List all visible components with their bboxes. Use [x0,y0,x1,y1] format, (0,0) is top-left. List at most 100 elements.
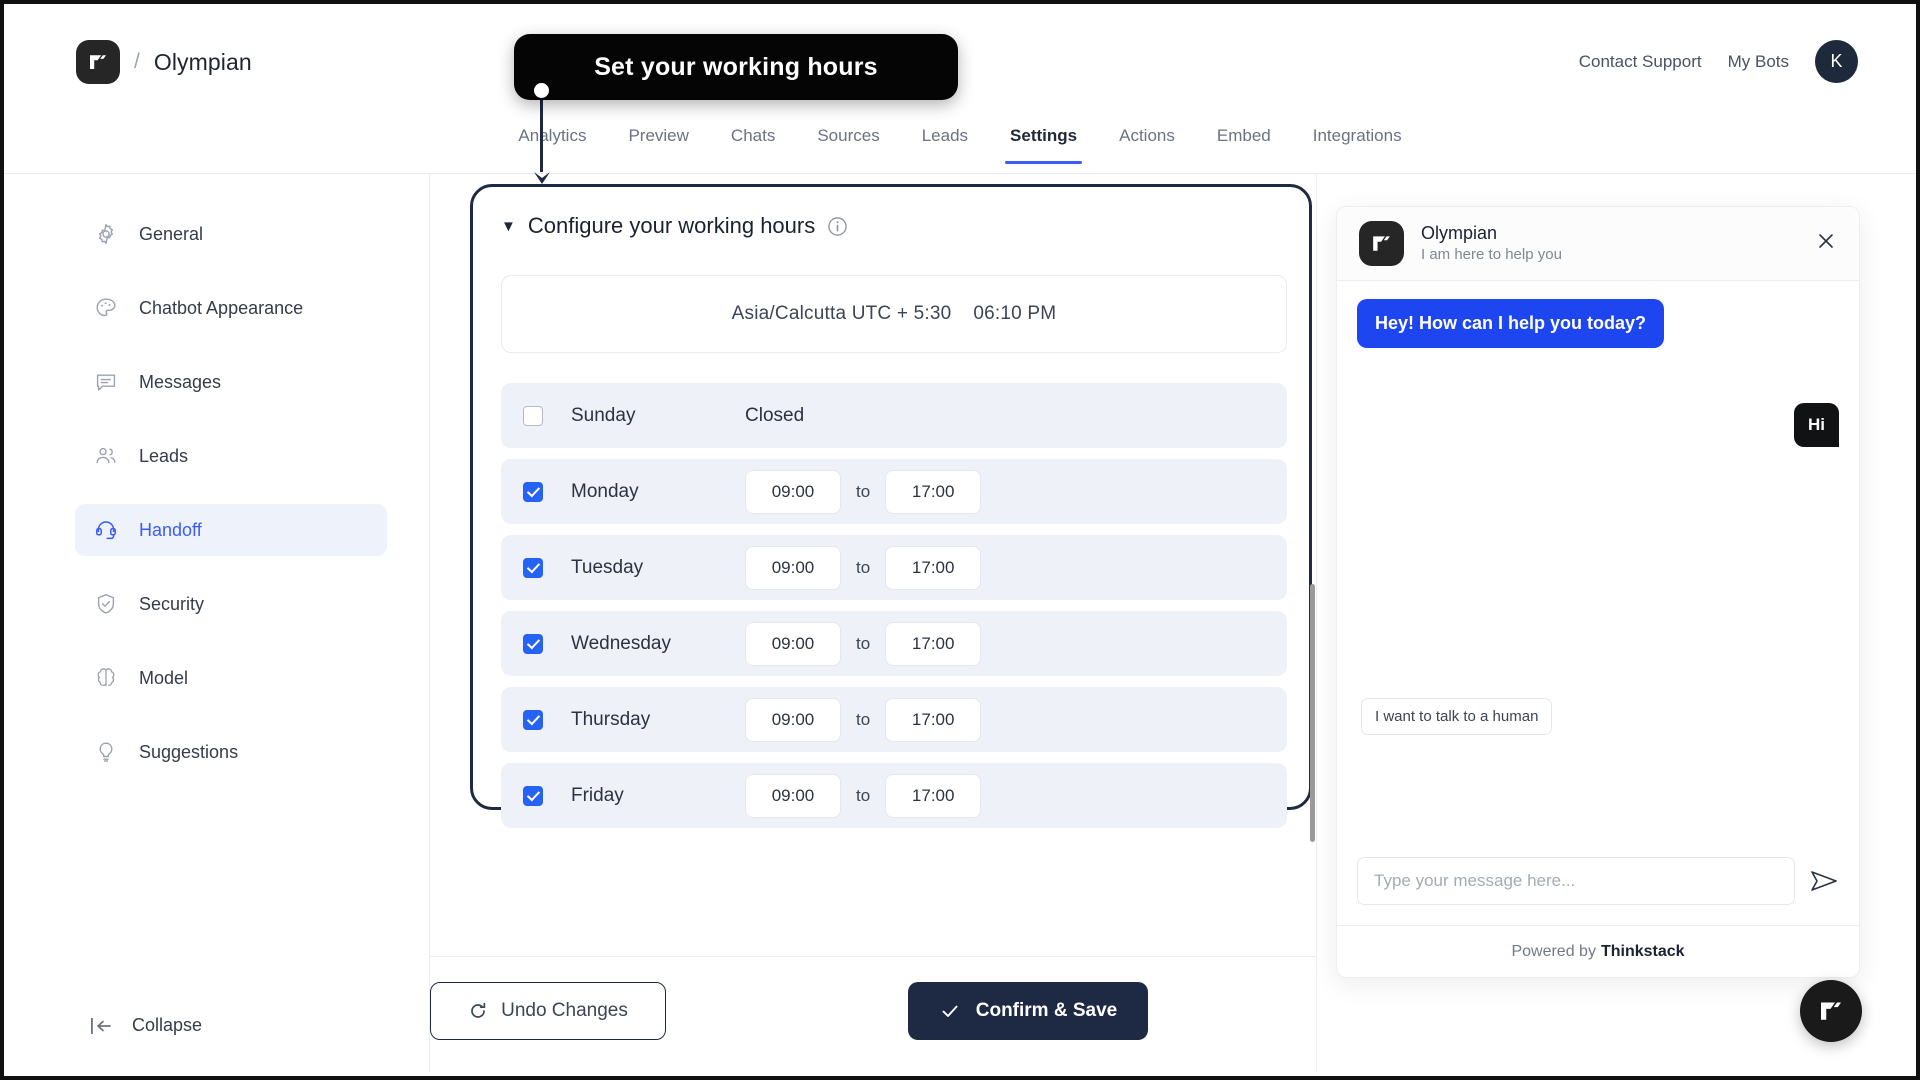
day-enabled-checkbox[interactable] [523,481,543,502]
collapse-sidebar-label: Collapse [132,1015,203,1035]
tab-analytics[interactable]: Analytics [497,112,607,164]
onboarding-tooltip[interactable]: Set your working hours [514,34,958,100]
sidebar-item-handoff[interactable]: Handoff [75,504,387,556]
end-time-input[interactable] [885,621,982,666]
start-time-input[interactable] [745,621,841,666]
sidebar-item-general[interactable]: General [75,208,387,260]
working-hours-panel: ▼ Configure your working hours Asia/Calc… [470,184,1312,828]
start-time-input[interactable] [745,773,841,818]
end-time-input[interactable] [885,545,982,590]
sidebar-item-label: Security [139,593,205,614]
working-hours-header[interactable]: ▼ Configure your working hours [501,213,848,239]
refresh-icon [471,1002,486,1018]
thinkstack-logo-icon [1359,221,1404,266]
header-actions: Contact Support My Bots K [1579,40,1858,83]
day-name-label: Thursday [571,708,651,730]
sidebar-item-label: Suggestions [139,741,239,762]
tab-settings[interactable]: Settings [989,112,1098,164]
working-hours-scrollbar[interactable] [1310,584,1315,842]
day-name-label: Tuesday [571,556,644,578]
chat-header: Olympian I am here to help you [1337,207,1859,281]
tab-actions[interactable]: Actions [1098,112,1196,164]
timezone-label: Asia/Calcutta UTC + 5:30 [731,303,952,324]
sidebar-item-security[interactable]: Security [75,578,387,630]
day-enabled-checkbox[interactable] [523,557,543,578]
sidebar-item-label: Messages [139,371,222,392]
chat-user-message: Hi [1794,403,1839,447]
sidebar-item-label: Leads [139,445,189,466]
day-enabled-checkbox[interactable] [523,405,543,426]
time-range-separator: to [856,633,871,653]
breadcrumb-separator: / [134,50,140,73]
confirm-save-button[interactable]: Confirm & Save [908,982,1148,1040]
sidebar-item-leads[interactable]: Leads [75,430,387,482]
undo-changes-button[interactable]: Undo Changes [430,982,666,1040]
tab-embed[interactable]: Embed [1196,112,1292,164]
settings-nav-list: General Chatbot Appearance Messages Leads Ha… [75,208,387,800]
app-window: / Olympian Contact Support My Bots K Ana… [0,0,1920,1080]
avatar[interactable]: K [1815,40,1858,83]
day-name-label: Monday [571,480,639,502]
end-time-input[interactable] [885,469,982,514]
start-time-input[interactable] [745,469,841,514]
working-hours-day-list: Sunday Closed Monday to Tuesday to Wednesday to… [501,383,1287,839]
working-hours-row: Wednesday to [501,611,1287,676]
gear-icon [93,221,119,247]
onboarding-tooltip-anchor-dot [534,83,549,98]
end-time-input[interactable] [885,697,982,742]
day-name-label: Wednesday [571,632,671,654]
tab-integrations[interactable]: Integrations [1292,112,1423,164]
day-enabled-checkbox[interactable] [523,785,543,806]
breadcrumb: / Olympian [76,40,252,84]
info-icon[interactable] [827,216,848,237]
current-time-label: 06:10 PM [973,303,1057,324]
collapse-left-icon [91,1017,111,1034]
thinkstack-logo-icon[interactable] [76,40,120,84]
day-enabled-checkbox[interactable] [523,709,543,730]
close-icon[interactable] [1815,230,1837,257]
chat-bot-subtitle: I am here to help you [1421,246,1562,264]
chat-message-input[interactable] [1357,857,1795,905]
chat-launcher-button[interactable] [1800,980,1862,1042]
tab-chats[interactable]: Chats [710,112,796,164]
sidebar-item-label: Chatbot Appearance [139,297,304,318]
send-icon[interactable] [1809,868,1839,894]
working-hours-row: Friday to [501,763,1287,828]
timezone-display: Asia/Calcutta UTC + 5:30 06:10 PM [501,275,1287,353]
sidebar-item-label: General [139,223,204,244]
tab-sources[interactable]: Sources [796,112,900,164]
day-enabled-checkbox[interactable] [523,633,543,654]
chat-footer-prefix: Powered by [1511,942,1596,960]
sidebar-item-messages[interactable]: Messages [75,356,387,408]
tab-preview[interactable]: Preview [607,112,709,164]
end-time-input[interactable] [885,773,982,818]
contact-support-link[interactable]: Contact Support [1579,52,1702,72]
sidebar-item-chatbot-appearance[interactable]: Chatbot Appearance [75,282,387,334]
sidebar-item-suggestions[interactable]: Suggestions [75,726,387,778]
chevron-down-icon[interactable]: ▼ [501,218,516,235]
working-hours-row: Thursday to [501,687,1287,752]
chat-header-text: Olympian I am here to help you [1421,222,1562,266]
users-icon [93,443,119,469]
chat-bot-message: Hey! How can I help you today? [1357,299,1665,348]
chat-quick-reply-button[interactable]: I want to talk to a human [1361,698,1553,735]
chat-input-row [1337,857,1859,925]
my-bots-link[interactable]: My Bots [1728,52,1789,72]
onboarding-tooltip-text: Set your working hours [594,52,878,81]
check-icon [942,1005,958,1017]
onboarding-tooltip-arrow-icon [534,172,550,184]
chat-message-list: Hey! How can I help you today? Hi I want… [1337,281,1859,857]
collapse-sidebar-button[interactable]: Collapse [90,1015,202,1036]
tab-leads[interactable]: Leads [901,112,989,164]
sidebar-item-model[interactable]: Model [75,652,387,704]
shield-check-icon [93,591,119,617]
chat-bubble-icon [93,369,119,395]
start-time-input[interactable] [745,697,841,742]
time-range-separator: to [856,557,871,577]
lightbulb-icon [93,739,119,765]
chat-footer-brand: Thinkstack [1600,942,1685,960]
chat-bot-name: Olympian [1421,222,1498,243]
main-right-divider [1316,174,1317,1072]
start-time-input[interactable] [745,545,841,590]
settings-sidebar: General Chatbot Appearance Messages Leads Ha… [4,174,430,1072]
